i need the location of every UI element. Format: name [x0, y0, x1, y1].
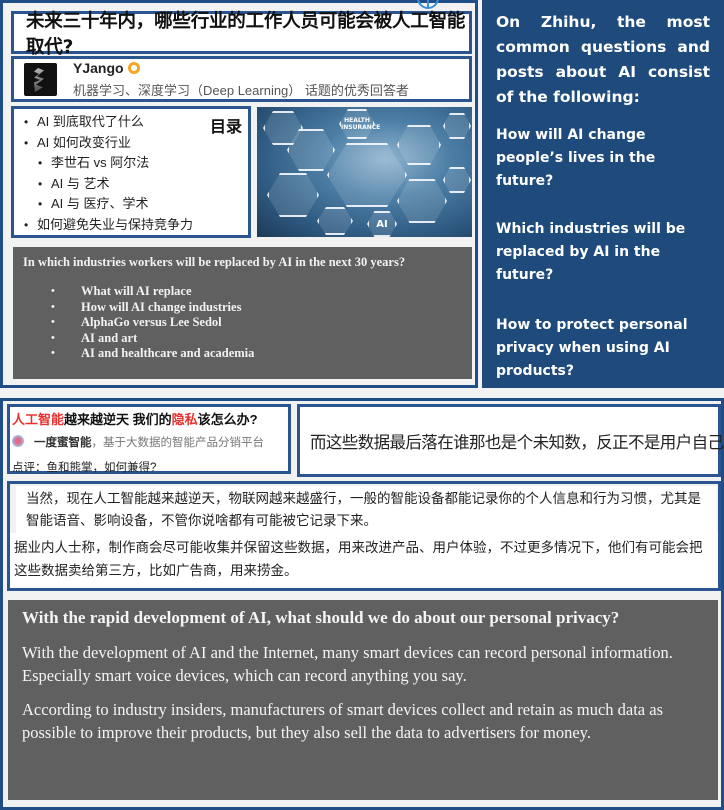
toc-subitem[interactable]: AI 与 医疗、学术 — [24, 194, 248, 215]
article-paragraph: 据业内人士称，制作商会尽可能收集并保留这些数据，用来改进产品、用户体验，不过更多… — [10, 533, 718, 588]
english-translation: With the rapid development of AI, what s… — [8, 600, 718, 800]
source-logo-icon — [12, 435, 24, 447]
author-name[interactable]: YJango — [73, 60, 124, 76]
question-item: Which industries will be replaced by AI … — [496, 221, 686, 283]
source-brand[interactable]: 一度蜜智能 — [34, 437, 92, 449]
author-name-row: YJango — [73, 60, 140, 76]
ai-label: AI — [376, 219, 388, 230]
verified-badge-icon — [127, 62, 140, 74]
server-icon — [397, 179, 447, 223]
translation-paragraph: With the development of AI and the Inter… — [22, 643, 673, 685]
summary-item: What will AI replace — [51, 284, 254, 300]
toc-item[interactable]: 如何避免失业与保持竞争力 — [24, 215, 248, 236]
apple-icon — [443, 113, 471, 139]
summary-title: In which industries workers will be repl… — [23, 255, 406, 269]
article-headline[interactable]: 人工智能越来越逆天 我们的隐私该怎么办? — [12, 409, 288, 428]
headline-text: 该怎么办? — [197, 412, 258, 427]
headline-highlight: 隐私 — [171, 412, 198, 427]
healthcare-ai-image: HEALTH INSURANCE AI — [257, 107, 472, 237]
quote-box: 而这些数据最后落在谁那也是个未知数，反正不是用户自己。 — [297, 404, 724, 477]
network-icon — [443, 167, 471, 193]
author-card: YJango 机器学习、深度学习（Deep Learning） 话题的优秀回答者 — [11, 56, 472, 102]
toc-subitem[interactable]: AI 与 艺术 — [24, 174, 248, 195]
article-body: 当然，现在人工智能越来越逆天，物联网越来越盛行，一般的智能设备都能记录你的个人信… — [7, 481, 721, 591]
translation-paragraph: According to industry insiders, manufact… — [22, 700, 663, 742]
english-summary: In which industries workers will be repl… — [13, 247, 472, 379]
article-comment: 点评：鱼和熊掌，如何兼得? — [12, 462, 157, 474]
article-source: 一度蜜智能，基于大数据的智能产品分销平台 — [12, 434, 288, 450]
question-item: How to protect personal privacy when usi… — [496, 317, 688, 379]
toc-subitem[interactable]: 李世石 vs 阿尔法 — [24, 153, 248, 174]
pills-icon — [317, 207, 353, 235]
article-paragraph: 当然，现在人工智能越来越逆天，物联网越来越盛行，一般的智能设备都能记录你的个人信… — [16, 486, 717, 536]
common-questions-panel: On Zhihu, the most common questions and … — [482, 0, 724, 388]
people-icon — [267, 173, 319, 217]
privacy-article-frame: 人工智能越来越逆天 我们的隐私该怎么办? 一度蜜智能，基于大数据的智能产品分销平… — [0, 398, 724, 810]
intro-text: On Zhihu, the most common questions and … — [496, 13, 710, 106]
hospital-icon — [327, 143, 407, 207]
tablet-brain-icon — [397, 125, 441, 165]
author-description: 机器学习、深度学习（Deep Learning） 话题的优秀回答者 — [73, 83, 409, 98]
article-header: 人工智能越来越逆天 我们的隐私该怎么办? 一度蜜智能，基于大数据的智能产品分销平… — [7, 404, 291, 474]
source-tagline: ，基于大数据的智能产品分销平台 — [91, 437, 265, 449]
zhihu-answer-frame: 未来三十年内，哪些行业的工作人员可能会被人工智能取代? YJango 机器学习、… — [0, 0, 478, 388]
table-of-contents: 目录 AI 到底取代了什么 AI 如何改变行业 李世石 vs 阿尔法 AI 与 … — [11, 106, 251, 238]
summary-item: AlphaGo versus Lee Sedol — [51, 315, 254, 331]
author-avatar[interactable] — [24, 63, 57, 96]
summary-item: AI and healthcare and academia — [51, 346, 254, 362]
headline-text: 越来越逆天 我们的 — [64, 412, 172, 427]
question-title-box: 未来三十年内，哪些行业的工作人员可能会被人工智能取代? — [11, 11, 472, 58]
summary-item: How will AI change industries — [51, 300, 254, 316]
health-insurance-label: HEALTH INSURANCE — [341, 117, 381, 131]
toc-title: 目录 — [209, 117, 242, 136]
translation-title: With the rapid development of AI, what s… — [22, 608, 620, 627]
question-title[interactable]: 未来三十年内，哪些行业的工作人员可能会被人工智能取代? — [26, 7, 469, 59]
quote-text: 而这些数据最后落在谁那也是个未知数，反正不是用户自己。 — [310, 433, 724, 452]
headline-highlight: 人工智能 — [12, 412, 65, 427]
summary-list: What will AI replace How will AI change … — [51, 284, 254, 362]
question-item: How will AI change people’s lives in the… — [496, 127, 656, 189]
summary-item: AI and art — [51, 331, 254, 347]
